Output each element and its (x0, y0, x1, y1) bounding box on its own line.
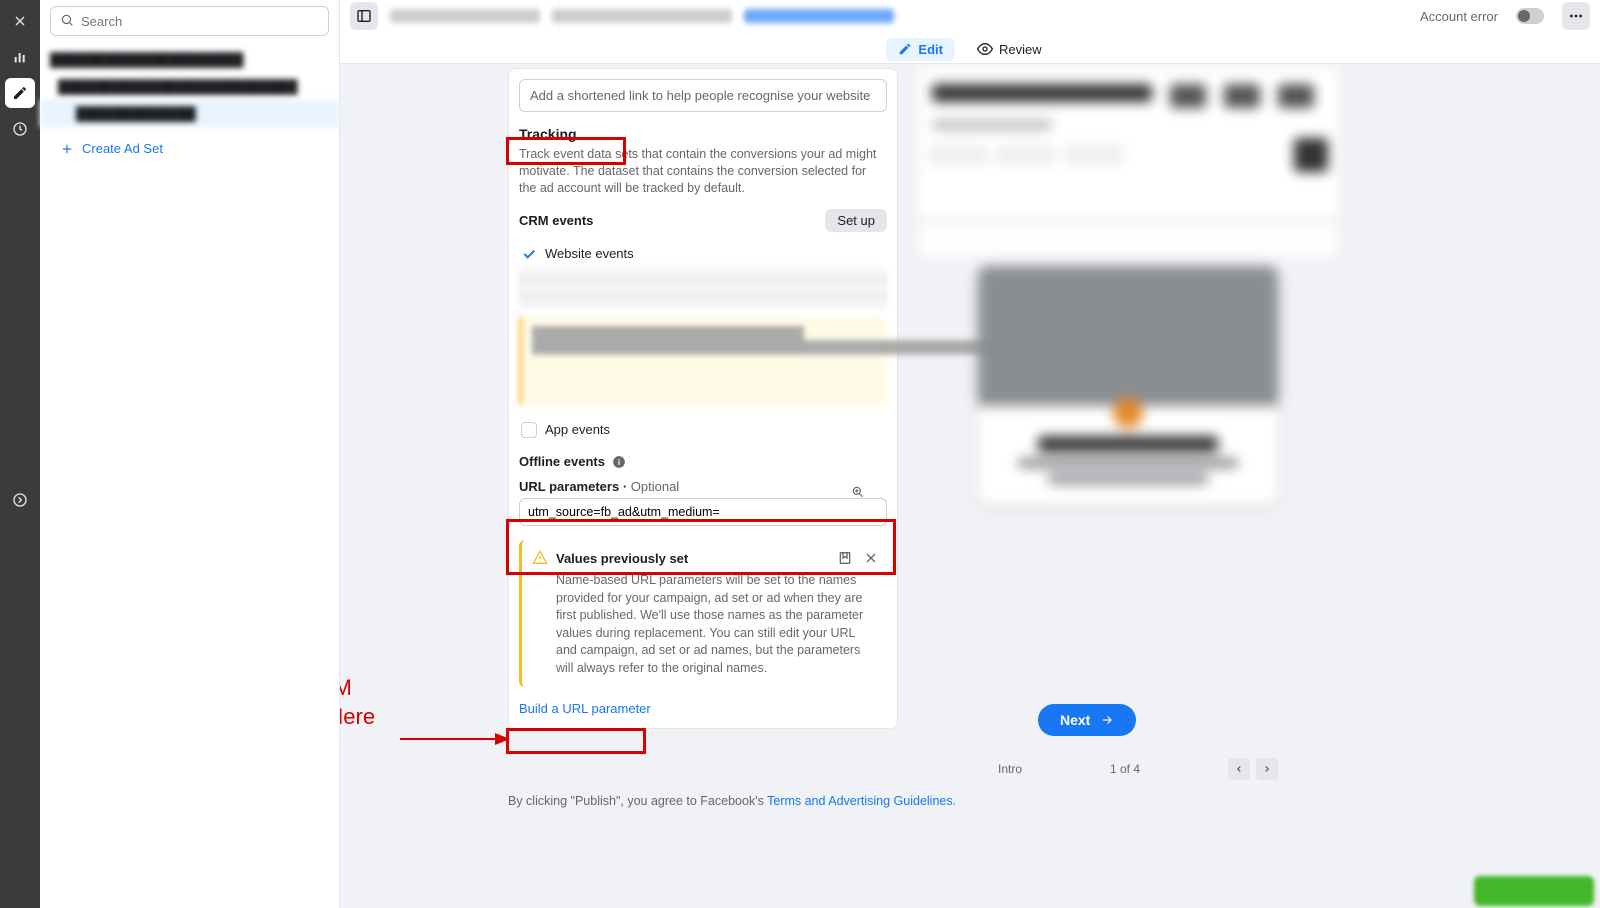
publish-button[interactable] (1474, 876, 1594, 906)
warning-icon (532, 550, 548, 566)
plus-icon (60, 142, 74, 156)
tracking-title: Tracking (519, 126, 887, 142)
eye-icon (977, 41, 993, 57)
chevron-left-icon (1234, 764, 1244, 774)
pager-next-button[interactable] (1256, 758, 1278, 780)
edit-label: Edit (918, 42, 943, 57)
check-icon (521, 246, 537, 262)
breadcrumb-adset[interactable] (552, 9, 732, 23)
next-button[interactable]: Next (1038, 704, 1136, 736)
search-input[interactable] (50, 6, 329, 36)
website-events-label: Website events (545, 246, 634, 261)
svg-text:i: i (617, 458, 619, 467)
sidebar: █████████████████████ ██████████████████… (40, 0, 340, 908)
footer-prefix: By clicking "Publish", you agree to Face… (508, 794, 767, 808)
breadcrumb-ad[interactable] (744, 9, 894, 23)
arrow-right-icon (1100, 713, 1114, 727)
breadcrumb-campaign[interactable] (390, 9, 540, 23)
tree: █████████████████████ ██████████████████… (40, 42, 339, 131)
pager: Intro 1 of 4 (998, 758, 1278, 780)
campaign-item[interactable]: █████████████████████ (40, 46, 339, 73)
footer-terms-link[interactable]: Terms and Advertising Guidelines. (767, 794, 956, 808)
panel-toggle-button[interactable] (350, 2, 378, 30)
close-warn-icon[interactable] (863, 550, 879, 566)
url-params-label: URL parameters · Optional (519, 479, 887, 494)
pager-prev-button[interactable] (1228, 758, 1250, 780)
pager-intro: Intro (998, 762, 1022, 776)
setup-button[interactable]: Set up (825, 209, 887, 232)
review-tab[interactable]: Review (965, 37, 1054, 61)
short-link-input[interactable]: Add a shortened link to help people reco… (519, 79, 887, 112)
offline-events-label: Offline events i (519, 454, 887, 470)
checkbox-icon[interactable] (521, 422, 537, 438)
pixel-warning-box: ████████████████████████████████████████… (519, 316, 887, 406)
content: Add a shortened link to help people reco… (340, 64, 1600, 908)
bookmark-icon[interactable] (837, 550, 853, 566)
warn-title: Values previously set (556, 551, 688, 566)
create-adset-label: Create Ad Set (82, 141, 163, 156)
pencil-icon (898, 42, 912, 56)
annotation-box-build (506, 728, 646, 754)
crm-events-label: CRM events (519, 213, 593, 228)
expand-icon[interactable] (12, 492, 28, 508)
footer: By clicking "Publish", you agree to Face… (508, 794, 956, 808)
status-toggle[interactable] (1516, 8, 1544, 24)
topbar: Account error Edit Review (340, 0, 1600, 64)
ad-item[interactable]: █████████████ (40, 100, 339, 127)
pager-count: 1 of 4 (1110, 762, 1140, 776)
edit-icon[interactable] (5, 78, 35, 108)
pixel-box (519, 268, 887, 308)
search-icon (60, 13, 74, 27)
chevron-right-icon (1262, 764, 1272, 774)
app-events-label: App events (545, 422, 610, 437)
url-params-input[interactable] (519, 498, 887, 526)
values-warn-card: Values previously set Name-based URL par… (519, 540, 887, 687)
tracking-desc: Track event data sets that contain the c… (519, 146, 887, 197)
warn-body: Name-based URL parameters will be set to… (532, 572, 877, 677)
account-error-label: Account error (1420, 9, 1498, 24)
chart-icon[interactable] (5, 42, 35, 72)
more-button[interactable] (1562, 2, 1590, 30)
ad-preview: Next Intro 1 of 4 (918, 68, 1338, 908)
website-events-row[interactable]: Website events (519, 240, 887, 268)
close-icon[interactable] (5, 6, 35, 36)
next-label: Next (1060, 712, 1090, 728)
app-events-row[interactable]: App events (519, 416, 887, 444)
adset-item[interactable]: ██████████████████████████ (40, 73, 339, 100)
magnify-icon (851, 485, 865, 499)
edit-tab[interactable]: Edit (886, 38, 955, 61)
build-url-param-link[interactable]: Build a URL parameter (519, 701, 651, 716)
annotation-arrow-icon (400, 729, 510, 749)
create-adset-button[interactable]: Create Ad Set (40, 131, 339, 166)
review-label: Review (999, 42, 1042, 57)
clock-icon[interactable] (5, 114, 35, 144)
left-rail (0, 0, 40, 908)
info-icon[interactable]: i (612, 455, 626, 469)
tracking-card: Add a shortened link to help people reco… (508, 68, 898, 729)
annotation-text: Create UTM Template Here (340, 674, 375, 731)
